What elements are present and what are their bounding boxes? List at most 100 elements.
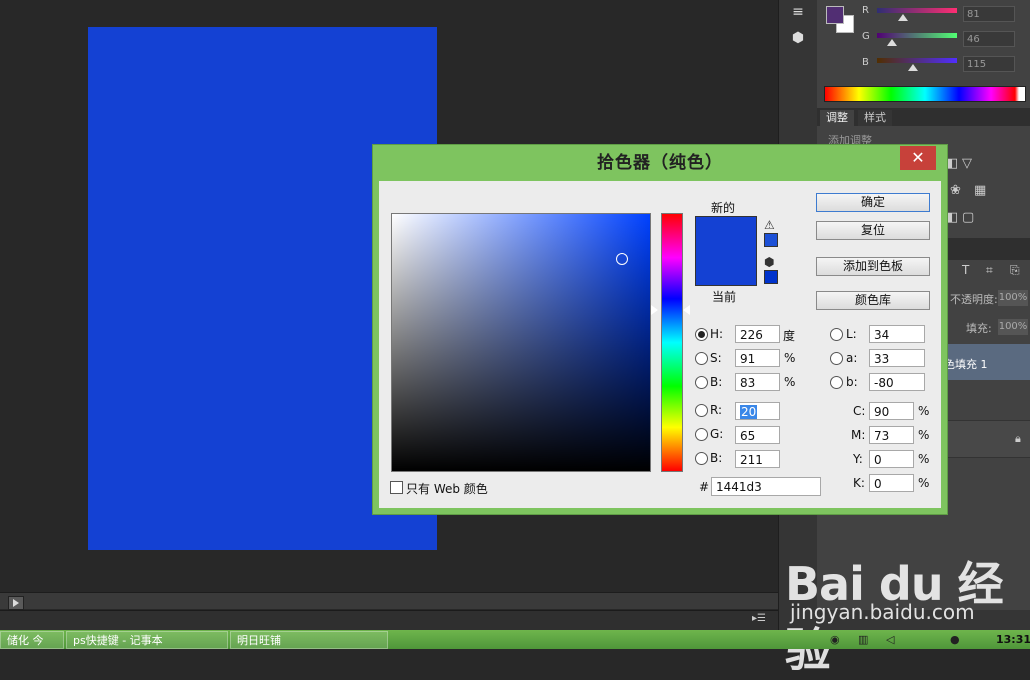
radio-lab-b[interactable] [830,376,843,389]
web-safe-swatch[interactable] [764,270,778,284]
green-input[interactable]: 65 [735,426,780,444]
lab-a-input[interactable]: 33 [869,349,925,367]
horizontal-scrollbar[interactable] [0,592,778,609]
current-color-label: 当前 [712,290,737,304]
channel-r-label: R [862,5,869,16]
lab-b-input[interactable]: -80 [869,373,925,391]
lab-l-label: L: [846,327,857,341]
saturation-input[interactable]: 91 [735,349,780,367]
close-button[interactable]: ✕ [900,146,936,170]
channel-b-value[interactable]: 115 [963,56,1015,72]
radio-hue[interactable] [695,328,708,341]
reset-button[interactable]: 复位 [816,221,930,240]
ok-button[interactable]: 确定 [816,193,930,212]
yellow-unit: % [918,452,930,466]
color-libraries-button[interactable]: 颜色库 [816,291,930,310]
black-label: K: [853,476,865,490]
taskbar-item-1[interactable]: 储化 今 [0,631,64,649]
fill-value[interactable]: 100% [998,319,1028,335]
hue-label: H: [710,327,724,341]
tray-app-icon[interactable]: ● [950,633,960,646]
tray-network-icon[interactable]: ▥ [858,633,868,646]
channel-r-slider[interactable] [877,8,957,13]
radio-brightness[interactable] [695,376,708,389]
radio-lab-a[interactable] [830,352,843,365]
saturation-label: S: [710,351,722,365]
web-safe-cube-icon[interactable]: ⬢ [764,255,774,269]
cube-3d-icon[interactable]: ⬢ [787,28,809,48]
shape-layer-filter-icon[interactable]: ⌗ [986,263,993,278]
red-input[interactable]: 20 [735,402,780,420]
color-spectrum-ramp[interactable] [824,86,1026,102]
cyan-input[interactable]: 90 [869,402,914,420]
yellow-input[interactable]: 0 [869,450,914,468]
new-color-swatch [695,216,757,251]
color-field-cursor[interactable] [616,253,628,265]
status-bar [0,610,778,631]
blue-input[interactable]: 211 [735,450,780,468]
magenta-unit: % [918,428,930,442]
opacity-value[interactable]: 100% [998,290,1028,306]
foreground-color-swatch[interactable] [826,6,844,24]
radio-saturation[interactable] [695,352,708,365]
lab-a-label: a: [846,351,858,365]
radio-red[interactable] [695,404,708,417]
brightness-unit: % [784,375,796,389]
taskbar-item-notepad[interactable]: ps快捷键 - 记事本 [66,631,228,649]
brightness-input[interactable]: 83 [735,373,780,391]
red-input-selection: 20 [740,405,758,419]
hue-slider[interactable] [661,213,683,472]
saturation-brightness-field[interactable] [391,213,651,472]
gamut-warning-swatch[interactable] [764,233,778,247]
grip-icon[interactable]: ≡ [787,2,809,22]
cyan-unit: % [918,404,930,418]
add-to-swatches-button[interactable]: 添加到色板 [816,257,930,276]
hue-unit: 度 [783,329,796,343]
channel-b-thumb[interactable] [908,64,918,71]
hex-input[interactable]: 1441d3 [711,477,821,496]
tab-adjustments[interactable]: 调整 [820,110,854,126]
lab-l-input[interactable]: 34 [869,325,925,343]
black-input[interactable]: 0 [869,474,914,492]
tray-volume-icon[interactable]: ◁ [886,633,894,646]
hex-label: # [699,480,710,494]
status-menu-icon[interactable]: ▸☰ [752,613,770,625]
tray-qq-icon[interactable]: ◉ [830,633,840,646]
channel-r-thumb[interactable] [898,14,908,21]
magenta-label: M: [851,428,866,442]
black-unit: % [918,476,930,490]
web-colors-only-checkbox[interactable] [390,481,403,494]
lab-b-label: b: [846,375,858,389]
magenta-input[interactable]: 73 [869,426,914,444]
adjustment-gradient-map-icon[interactable]: ▽ [962,156,972,171]
lock-icon: 🔒︎ [1015,432,1021,445]
tab-styles[interactable]: 样式 [858,110,892,126]
green-label: G: [710,427,724,441]
channel-g-slider[interactable] [877,33,957,38]
channel-r-value[interactable]: 81 [963,6,1015,22]
channel-g-label: G [862,31,870,42]
adjustment-channel-mixer-icon[interactable]: ❀ [950,183,961,198]
scroll-right-arrow-icon[interactable] [8,596,24,610]
taskbar-item-store[interactable]: 明日旺铺 [230,631,388,649]
yellow-label: Y: [853,452,863,466]
channel-g-value[interactable]: 46 [963,31,1015,47]
current-color-swatch[interactable] [695,250,757,286]
radio-green[interactable] [695,428,708,441]
adjustment-color-lookup-icon[interactable]: ▦ [974,183,986,198]
channel-g-thumb[interactable] [887,39,897,46]
gamut-warning-icon[interactable]: ⚠ [764,218,775,232]
channel-b-slider[interactable] [877,58,957,63]
brightness-label: B: [710,375,723,389]
blue-label: B: [710,451,723,465]
adjustment-selective-color-icon[interactable]: ▢ [962,210,974,225]
cyan-label: C: [853,404,866,418]
hue-marker-left-icon[interactable] [651,305,658,315]
hue-input[interactable]: 226 [735,325,780,343]
radio-blue[interactable] [695,452,708,465]
channel-b-label: B [862,57,869,68]
hue-marker-right-icon[interactable] [683,305,690,315]
radio-lab-l[interactable] [830,328,843,341]
type-layer-filter-icon[interactable]: T [962,263,969,277]
smart-object-filter-icon[interactable]: ⎘ [1010,263,1020,278]
